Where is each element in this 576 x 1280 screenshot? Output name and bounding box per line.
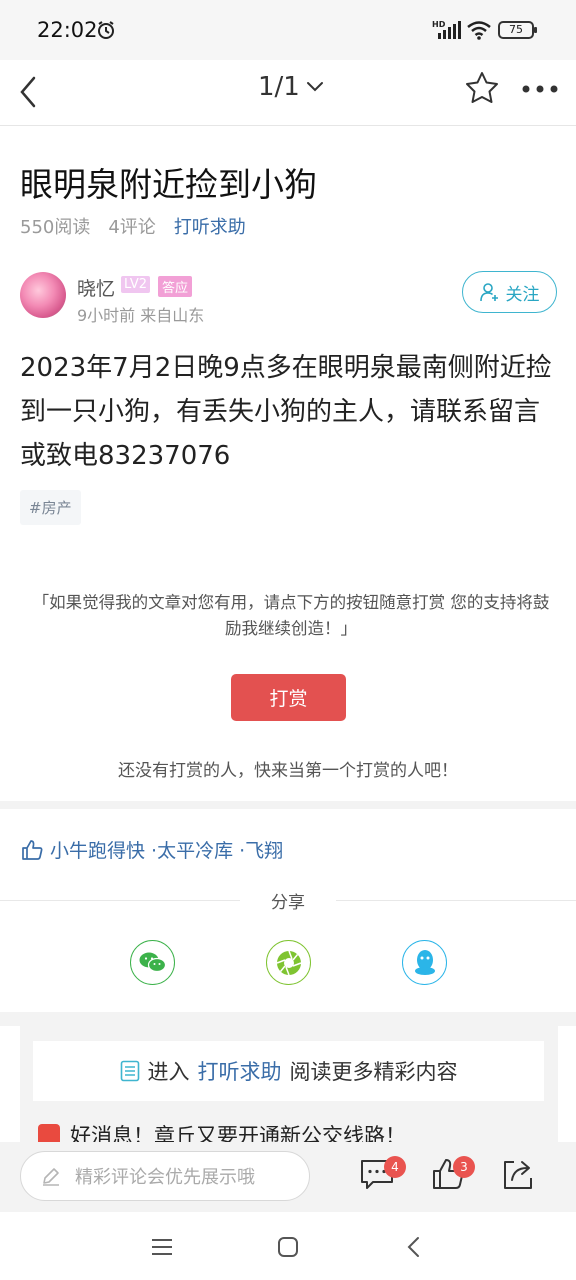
reward-prompt: 「如果觉得我的文章对您有用，请点下方的按钮随意打赏 您的支持将鼓励我继续创造！」 — [32, 593, 550, 638]
more-prefix: 进入 — [147, 1060, 190, 1084]
status-time: 22:02 — [37, 18, 98, 42]
comment-input[interactable]: 精彩评论会优先展示哦 — [20, 1151, 310, 1201]
likes-users: 小牛跑得快 ·太平冷库 ·飞翔 — [50, 840, 284, 862]
share-icon[interactable] — [500, 1156, 536, 1192]
qq-icon[interactable] — [402, 940, 447, 985]
alarm-icon — [98, 21, 114, 39]
post-content: 2023年7月2日晚9点多在眼明泉最南侧附近捡到一只小狗，有丢失小狗的主人，请联… — [20, 353, 552, 471]
comment-count-badge: 4 — [384, 1156, 406, 1178]
read-count: 550阅读 — [20, 217, 91, 238]
back-icon[interactable] — [14, 72, 44, 112]
like-count-badge: 3 — [453, 1156, 475, 1178]
author-time-location: 9小时前 来自山东 — [77, 306, 205, 325]
avatar[interactable] — [20, 272, 66, 318]
category-link[interactable]: 打听求助 — [174, 213, 246, 239]
wifi-icon — [467, 21, 491, 40]
follow-button[interactable]: 关注 — [462, 271, 557, 313]
home-icon[interactable] — [273, 1232, 303, 1262]
battery-icon: 75 — [498, 21, 537, 39]
reward-button[interactable]: 打赏 — [231, 674, 346, 721]
share-title: 分享 — [271, 893, 305, 913]
likes-row[interactable]: 小牛跑得快 ·太平冷库 ·飞翔 — [20, 836, 283, 863]
page-indicator[interactable]: 1/1 — [258, 72, 324, 102]
more-category-link[interactable]: 打听求助 — [198, 1056, 282, 1086]
page-indicator-label: 1/1 — [258, 72, 300, 102]
section-divider — [0, 801, 576, 809]
section-divider-2 — [0, 1012, 576, 1026]
level-badge: LV2 — [121, 276, 150, 293]
moments-icon[interactable] — [266, 940, 311, 985]
star-icon[interactable] — [464, 70, 500, 106]
system-nav — [0, 1212, 576, 1280]
chevron-down-icon — [306, 82, 323, 92]
comment-placeholder: 精彩评论会优先展示哦 — [75, 1167, 255, 1188]
author-name[interactable]: 晓忆 — [77, 274, 115, 301]
pencil-icon — [43, 1168, 59, 1186]
add-user-icon — [479, 283, 498, 302]
comment-count: 4评论 — [108, 217, 156, 238]
wechat-icon[interactable] — [130, 940, 175, 985]
topic-tag[interactable]: #房产 — [20, 490, 81, 525]
thumbs-up-icon — [22, 839, 43, 860]
menu-icon[interactable] — [147, 1232, 177, 1262]
follow-label: 关注 — [505, 284, 540, 305]
reward-empty-text: 还没有打赏的人，快来当第一个打赏的人吧！ — [118, 761, 458, 781]
top-nav: 1/1 — [0, 60, 576, 126]
system-back-icon[interactable] — [399, 1232, 429, 1262]
list-icon — [120, 1060, 139, 1082]
more-content-link[interactable]: 进入 打听求助 阅读更多精彩内容 — [33, 1041, 544, 1101]
post-title: 眼明泉附近捡到小狗 — [20, 165, 317, 204]
comment-bar: 精彩评论会优先展示哦 4 3 — [0, 1142, 576, 1212]
author-badge: 答应 — [158, 276, 193, 297]
more-icon[interactable] — [520, 74, 560, 104]
signal-icon — [438, 21, 461, 39]
status-bar: 22:02 HD 75 — [0, 0, 576, 60]
more-suffix: 阅读更多精彩内容 — [289, 1060, 458, 1084]
post-meta: 550阅读 4评论 打听求助 — [20, 213, 246, 239]
